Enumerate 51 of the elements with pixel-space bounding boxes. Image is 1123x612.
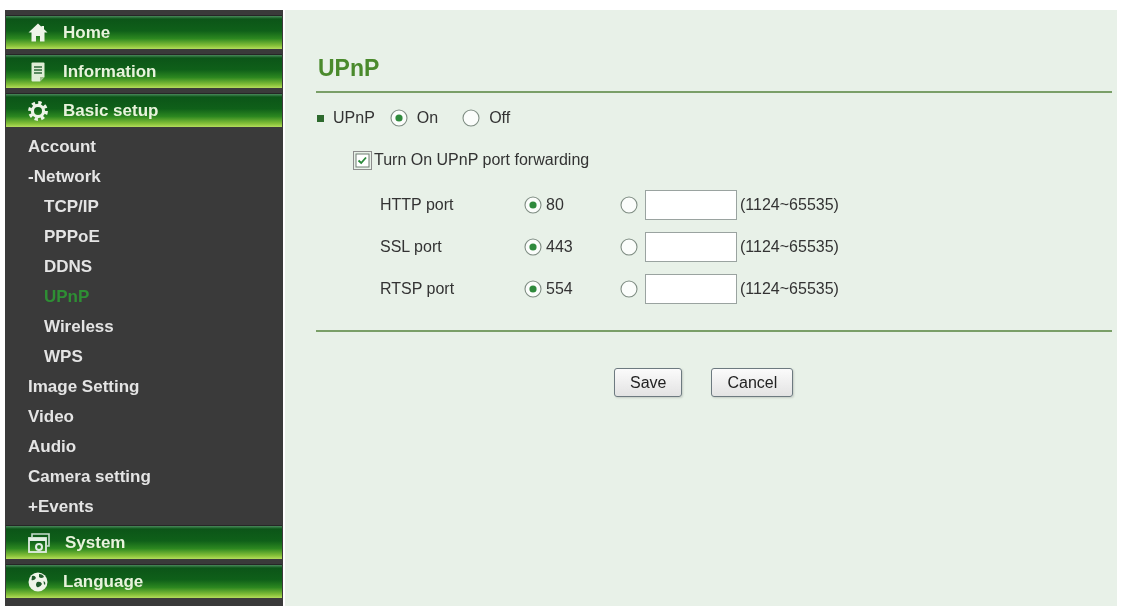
menu-item[interactable]: Audio (28, 432, 77, 462)
menu-header[interactable]: Home (6, 15, 282, 49)
radio-button[interactable] (524, 280, 542, 298)
menu-item[interactable]: Wireless (44, 312, 114, 342)
input-field[interactable] (645, 232, 737, 262)
radio-button[interactable] (620, 196, 638, 214)
menu-item[interactable]: -Network (28, 162, 101, 192)
checkbox-label: Turn On UPnP port forwarding (374, 151, 590, 169)
port-value: 554 (546, 280, 573, 298)
windows-icon (28, 532, 50, 553)
setting-label: UPnP (333, 109, 375, 127)
menu-header[interactable]: Information (6, 54, 282, 88)
menu-item[interactable]: Account (28, 132, 96, 162)
input-field[interactable] (645, 274, 737, 304)
menu-item[interactable]: PPPoE (44, 222, 100, 252)
port-value: 80 (546, 196, 564, 214)
save-button[interactable]: Save (614, 368, 683, 397)
radio-button[interactable] (389, 109, 408, 127)
radio-label: Off (489, 109, 511, 127)
bullet-icon (317, 114, 324, 122)
page-title: UPnP (318, 54, 380, 82)
radio-button[interactable] (524, 196, 542, 214)
menu-item[interactable]: +Events (28, 492, 94, 522)
gear-icon (28, 100, 48, 121)
house-icon (28, 23, 48, 42)
radio-button[interactable] (524, 238, 542, 256)
port-label: HTTP port (380, 196, 454, 214)
port-label: RTSP port (380, 280, 455, 298)
range-hint: (1124~65535) (740, 196, 839, 214)
menu-header[interactable]: System (6, 525, 282, 559)
menu-header[interactable]: Basic setup (6, 93, 282, 127)
radio-button[interactable] (462, 109, 481, 127)
port-value: 443 (546, 238, 573, 256)
globe-icon (28, 571, 48, 592)
input-field[interactable] (645, 190, 737, 220)
range-hint: (1124~65535) (740, 238, 839, 256)
cancel-button[interactable]: Cancel (711, 368, 794, 397)
menu-item[interactable]: TCP/IP (44, 192, 99, 222)
menu-item[interactable]: DDNS (44, 252, 93, 282)
menu-item[interactable]: Image Setting (28, 372, 140, 402)
port-label: SSL port (380, 238, 442, 256)
checkbox[interactable] (353, 150, 372, 170)
menu-header[interactable]: Language (6, 564, 282, 598)
range-hint: (1124~65535) (740, 280, 839, 298)
document-icon (31, 61, 45, 82)
radio-button[interactable] (620, 280, 638, 298)
menu-item[interactable]: WPS (44, 342, 83, 372)
menu-item[interactable]: Video (28, 402, 74, 432)
radio-button[interactable] (620, 238, 638, 256)
menu-item[interactable]: Camera setting (28, 462, 151, 492)
radio-label: On (416, 109, 439, 127)
